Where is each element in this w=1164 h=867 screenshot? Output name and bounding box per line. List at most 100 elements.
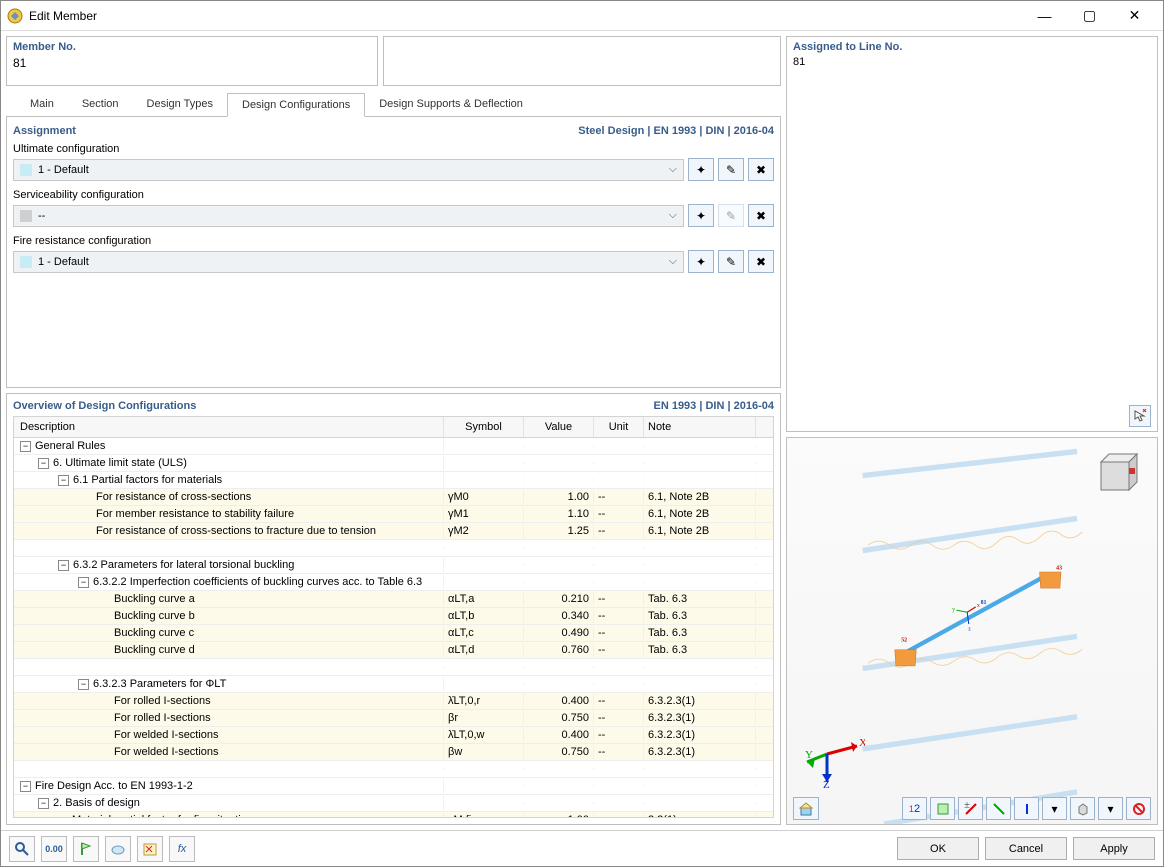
tab-main[interactable]: Main: [16, 93, 68, 117]
cancel-button[interactable]: Cancel: [985, 837, 1067, 860]
table-row: Buckling curve aαLT,a0.210--Tab. 6.3: [14, 591, 773, 608]
table-row: Buckling curve cαLT,c0.490--Tab. 6.3: [14, 625, 773, 642]
support-icon: [936, 802, 950, 816]
new-config-button[interactable]: ✦: [688, 204, 714, 227]
fire-label: Fire resistance configuration: [13, 235, 774, 247]
member-no-input[interactable]: [13, 56, 371, 70]
delete-config-button[interactable]: ✖: [748, 158, 774, 181]
col-symbol[interactable]: Symbol: [444, 417, 524, 437]
edit-config-button[interactable]: ✎: [718, 204, 744, 227]
overview-grid[interactable]: Description Symbol Value Unit Note −Gene…: [13, 416, 774, 818]
show-supports-button[interactable]: [930, 797, 955, 820]
axis-z-icon: [1020, 802, 1034, 816]
assignment-standard: Steel Design | EN 1993 | DIN | 2016-04: [578, 125, 774, 137]
maximize-button[interactable]: ▢: [1067, 2, 1112, 30]
tab-design-types[interactable]: Design Types: [133, 93, 227, 117]
cube-icon: [1076, 802, 1090, 816]
tree-collapse-icon[interactable]: −: [20, 781, 31, 792]
annotations-button[interactable]: [73, 836, 99, 862]
svg-text:Z: Z: [823, 779, 830, 788]
fire-dropdown[interactable]: 1 - Default ⌵: [13, 251, 684, 273]
delete-config-button[interactable]: ✖: [748, 204, 774, 227]
table-row: For rolled I-sectionsλ̄LT,0,r0.400--6.3.…: [14, 693, 773, 710]
help-button[interactable]: [9, 836, 35, 862]
axis-x-icon: ±: [964, 802, 978, 816]
table-row: For resistance of cross-sections to frac…: [14, 523, 773, 540]
assignment-heading: Assignment: [13, 125, 76, 137]
cursor-pick-icon: [1133, 409, 1147, 423]
overview-standard: EN 1993 | DIN | 2016-04: [653, 400, 774, 412]
new-config-button[interactable]: ✦: [688, 158, 714, 181]
tree-collapse-icon[interactable]: −: [58, 475, 69, 486]
view-z-button[interactable]: [1014, 797, 1039, 820]
iso-menu-button[interactable]: ▾: [1098, 797, 1123, 820]
tree-collapse-icon[interactable]: −: [58, 560, 69, 571]
tree-collapse-icon[interactable]: −: [78, 679, 89, 690]
view-menu-button[interactable]: ▾: [1042, 797, 1067, 820]
reset-icon: [1132, 802, 1146, 816]
table-row: Material partial factor for fire situati…: [14, 812, 773, 818]
view-x-button[interactable]: ±: [958, 797, 983, 820]
edit-config-button[interactable]: ✎: [718, 158, 744, 181]
view-y-button[interactable]: [986, 797, 1011, 820]
iso-view-button[interactable]: [1070, 797, 1095, 820]
tree-collapse-icon[interactable]: −: [38, 798, 49, 809]
svg-text:x: x: [977, 603, 980, 609]
chevron-down-icon: ⌵: [669, 255, 677, 268]
col-description[interactable]: Description: [14, 417, 444, 437]
swatch-icon: [20, 210, 32, 222]
window-title: Edit Member: [29, 9, 1022, 23]
flag-icon: [78, 841, 94, 857]
assigned-line-label: Assigned to Line No.: [793, 41, 1129, 53]
axis-y-icon: [992, 802, 1006, 816]
svg-text:Y: Y: [805, 749, 813, 761]
col-unit[interactable]: Unit: [594, 417, 644, 437]
swatch-icon: [20, 164, 32, 176]
svg-text:X: X: [859, 737, 865, 749]
pick-line-button[interactable]: [1129, 405, 1151, 427]
chevron-down-icon: ⌵: [669, 163, 677, 176]
tree-collapse-icon[interactable]: −: [38, 458, 49, 469]
tabstrip: Main Section Design Types Design Configu…: [6, 93, 781, 117]
cloud-icon: [110, 841, 126, 857]
numbering-button[interactable]: 12: [902, 797, 927, 820]
col-note[interactable]: Note: [644, 417, 756, 437]
col-value[interactable]: Value: [524, 417, 594, 437]
overview-heading: Overview of Design Configurations: [13, 400, 196, 412]
script-x-button[interactable]: [137, 836, 163, 862]
close-button[interactable]: ✕: [1112, 2, 1157, 30]
reset-view-button[interactable]: [1126, 797, 1151, 820]
apply-button[interactable]: Apply: [1073, 837, 1155, 860]
ok-button[interactable]: OK: [897, 837, 979, 860]
service-dropdown[interactable]: -- ⌵: [13, 205, 684, 227]
tab-design-configurations[interactable]: Design Configurations: [227, 93, 365, 117]
tree-collapse-icon[interactable]: −: [78, 577, 89, 588]
svg-text:52: 52: [901, 638, 907, 644]
function-button[interactable]: fx: [169, 836, 195, 862]
assigned-line-input[interactable]: [793, 56, 1129, 68]
ultimate-dropdown[interactable]: 1 - Default ⌵: [13, 159, 684, 181]
global-axes-icon: X Y Z: [805, 732, 865, 788]
svg-text:y: y: [952, 607, 955, 613]
view-home-button[interactable]: [793, 797, 819, 820]
nav-cube[interactable]: [1087, 448, 1143, 504]
script-x-icon: [142, 841, 158, 857]
ultimate-label: Ultimate configuration: [13, 143, 774, 155]
delete-config-button[interactable]: ✖: [748, 250, 774, 273]
table-row: Buckling curve dαLT,d0.760--Tab. 6.3: [14, 642, 773, 659]
member-no-label: Member No.: [13, 41, 371, 53]
units-button[interactable]: 0.00: [41, 836, 67, 862]
home-icon: [799, 802, 813, 816]
loads-button[interactable]: [105, 836, 131, 862]
model-viewport[interactable]: 43 52 81 y x z: [786, 437, 1158, 825]
magnifier-icon: [14, 841, 30, 857]
svg-text:81: 81: [981, 600, 987, 606]
tab-section[interactable]: Section: [68, 93, 133, 117]
table-row: For member resistance to stability failu…: [14, 506, 773, 523]
new-config-button[interactable]: ✦: [688, 250, 714, 273]
minimize-button[interactable]: —: [1022, 2, 1067, 30]
tab-design-supports-deflection[interactable]: Design Supports & Deflection: [365, 93, 537, 117]
tree-collapse-icon[interactable]: −: [20, 441, 31, 452]
svg-text:43: 43: [1056, 565, 1062, 571]
edit-config-button[interactable]: ✎: [718, 250, 744, 273]
